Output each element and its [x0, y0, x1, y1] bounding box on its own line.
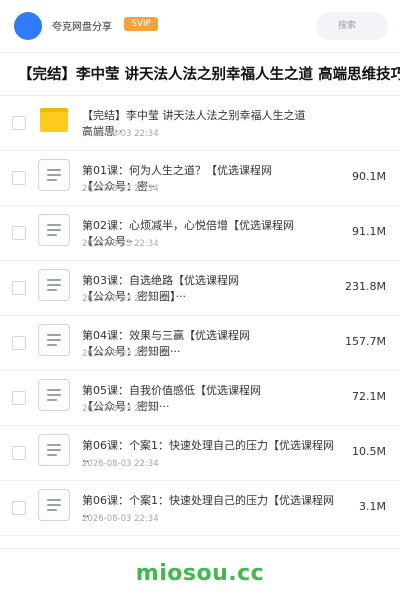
- app-header: 夸克网盘分享 SVIP 搜索: [0, 0, 400, 53]
- select-checkbox[interactable]: [12, 391, 26, 405]
- doc-icon: [38, 379, 70, 411]
- select-checkbox[interactable]: [12, 281, 26, 295]
- doc-icon: [38, 324, 70, 356]
- file-date: 2026-08-03 22:34: [82, 129, 159, 139]
- file-row[interactable]: 第03课：自选绝路【优选课程网 【公众号：密知圈】··· 2026-08-03 …: [0, 261, 400, 316]
- svip-badge: SVIP: [124, 17, 158, 31]
- watermark: miosou.cc: [135, 561, 265, 586]
- select-checkbox[interactable]: [12, 226, 26, 240]
- file-row[interactable]: 【完结】李中莹 讲天法人法之别幸福人生之道 高端思·· 2026-08-03 2…: [0, 96, 400, 151]
- select-checkbox[interactable]: [12, 446, 26, 460]
- file-size: 157.7M: [345, 335, 386, 348]
- doc-icon: [38, 489, 70, 521]
- select-checkbox[interactable]: [12, 171, 26, 185]
- doc-icon: [38, 269, 70, 301]
- file-date: 2026-08-03 22:34: [82, 239, 159, 249]
- file-size: 10.5M: [352, 445, 386, 458]
- file-size: 3.1M: [359, 500, 386, 513]
- file-date: 2026-08-03 22:34: [82, 404, 159, 414]
- file-row[interactable]: 第01课：何为人生之道？【优选课程网 【公众号：密·· 2026-08-03 2…: [0, 151, 400, 206]
- share-title: 【完结】李中莹 讲天法人法之别幸福人生之道 高端思维技巧: [18, 67, 400, 83]
- select-checkbox[interactable]: [12, 116, 26, 130]
- file-row[interactable]: 第04课：效果与三赢【优选课程网 【公众号：密知圈··· 2026-08-03 …: [0, 316, 400, 371]
- file-row[interactable]: 第06课：个案1：快速处理自己的压力【优选课程网 ·· 2026-08-03 2…: [0, 481, 400, 536]
- file-date: 2026-08-03 22:34: [82, 184, 159, 194]
- avatar[interactable]: [14, 12, 42, 40]
- file-name-line1: 第01课：何为人生之道？【优选课程网: [82, 164, 272, 177]
- file-date: 2026-08-03 22:34: [82, 514, 159, 524]
- file-row[interactable]: 第06课：个案1：快速处理自己的压力【优选课程网 ·· 2026-08-03 2…: [0, 426, 400, 481]
- file-name-line1: 第04课：效果与三赢【优选课程网: [82, 329, 250, 342]
- folder-icon: [40, 108, 68, 132]
- file-date: 2026-08-03 22:34: [82, 459, 159, 469]
- select-checkbox[interactable]: [12, 501, 26, 515]
- file-name-line1: 第02课：心烦减半，心悦倍增【优选课程网: [82, 219, 294, 232]
- file-size: 231.8M: [345, 280, 386, 293]
- file-row[interactable]: 第05课：自我价值感低【优选课程网 【公众号：密知··· 2026-08-03 …: [0, 371, 400, 426]
- brand-name: 夸克网盘分享: [52, 22, 112, 33]
- file-row[interactable]: 第02课：心烦减半，心悦倍增【优选课程网 【公众号·· 2026-08-03 2…: [0, 206, 400, 261]
- file-list: 【完结】李中莹 讲天法人法之别幸福人生之道 高端思·· 2026-08-03 2…: [0, 96, 400, 536]
- file-size: 91.1M: [352, 225, 386, 238]
- file-name-line1: 第05课：自我价值感低【优选课程网: [82, 384, 261, 397]
- file-date: 2026-08-03 22:34: [82, 349, 159, 359]
- doc-icon: [38, 214, 70, 246]
- select-checkbox[interactable]: [12, 336, 26, 350]
- file-name-line1: 第06课：个案1：快速处理自己的压力【优选课程网: [82, 494, 334, 507]
- doc-icon: [38, 159, 70, 191]
- file-name-line1: 第03课：自选绝路【优选课程网: [82, 274, 239, 287]
- file-name-line1: 【完结】李中莹 讲天法人法之别幸福人生之道: [82, 109, 306, 122]
- file-name-line1: 第06课：个案1：快速处理自己的压力【优选课程网: [82, 439, 334, 452]
- file-date: 2026-08-03 22:34: [82, 294, 159, 304]
- file-size: 72.1M: [352, 390, 386, 403]
- footer: miosou.cc: [0, 548, 400, 601]
- search-input[interactable]: 搜索: [316, 12, 388, 40]
- doc-icon: [38, 434, 70, 466]
- file-size: 90.1M: [352, 170, 386, 183]
